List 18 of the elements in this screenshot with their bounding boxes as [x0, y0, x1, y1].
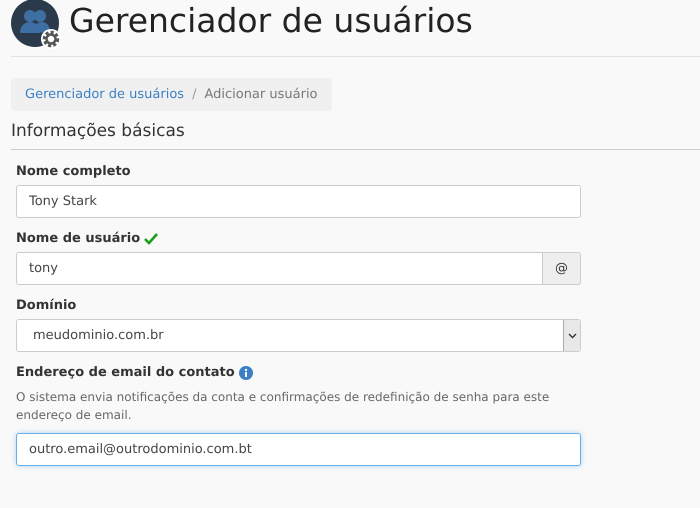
- field-label: Domínio: [16, 298, 76, 313]
- section-title: Informações básicas: [11, 121, 700, 150]
- caret-icon: [568, 332, 576, 338]
- breadcrumb-link[interactable]: Gerenciador de usuários: [25, 87, 184, 102]
- domain-select[interactable]: meudominio.com.br: [16, 319, 581, 352]
- input-addon: @: [543, 252, 581, 285]
- breadcrumb-separator: /: [192, 87, 196, 102]
- field-label: Endereço de email do contato: [16, 365, 235, 380]
- input-field[interactable]: tony: [16, 252, 543, 285]
- breadcrumb-current: Adicionar usuário: [204, 87, 318, 102]
- page-title: Gerenciador de usuários: [69, 0, 473, 40]
- info-icon[interactable]: [238, 366, 253, 380]
- users-gear-icon: [11, 0, 61, 49]
- input-field[interactable]: outro.email@outrodominio.com.bt: [16, 433, 581, 466]
- help-text: O sistema envia notificações da conta e confirmações de redefinição de senha para este endereço de email.: [16, 389, 550, 424]
- input-field[interactable]: Tony Stark: [16, 185, 581, 218]
- field-label: Nome completo: [16, 164, 131, 179]
- field-label: Nome de usuário: [16, 231, 140, 246]
